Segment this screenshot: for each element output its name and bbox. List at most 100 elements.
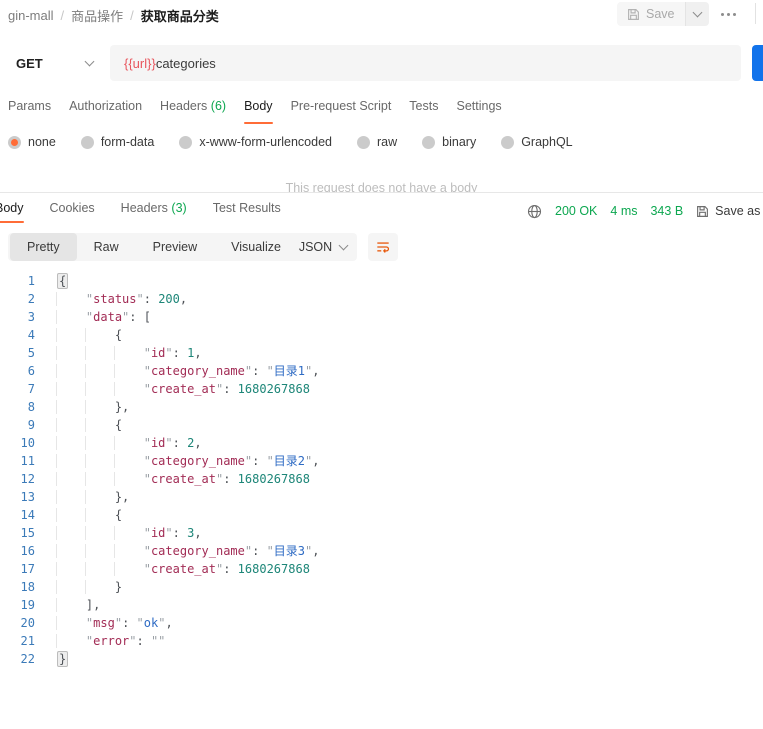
token-q: " <box>129 634 137 648</box>
token-q: " <box>143 472 151 486</box>
dot-icon <box>720 12 724 16</box>
indent-guide <box>84 454 115 468</box>
token-q: " <box>143 454 151 468</box>
indent-guide <box>113 436 144 450</box>
body-type-graphql[interactable]: GraphQL <box>501 135 573 149</box>
token-p: , <box>312 454 320 468</box>
code-text: "category_name": "目录2", <box>56 452 320 470</box>
code-text: }, <box>56 398 129 416</box>
body-type-binary[interactable]: binary <box>422 135 476 149</box>
line-number: 8 <box>27 400 35 414</box>
token-k: create_at <box>150 472 216 486</box>
indent-guide <box>56 364 86 378</box>
response-tab-headers[interactable]: Headers (3) <box>121 201 187 223</box>
save-dropdown-button[interactable] <box>684 2 709 26</box>
format-select[interactable]: JSON <box>289 233 357 261</box>
token-p: : <box>136 634 151 648</box>
body-type-form-data[interactable]: form-data <box>80 135 154 149</box>
code-line: 12 "create_at": 1680267868 <box>0 470 763 488</box>
wrap-text-icon <box>377 242 390 253</box>
indent-guide <box>113 364 144 378</box>
tab-body[interactable]: Body <box>244 99 273 124</box>
line-number: 2 <box>27 292 35 306</box>
code-text: { <box>56 506 122 524</box>
body-type-x-www-form-urlencoded[interactable]: x-www-form-urlencoded <box>179 135 332 149</box>
token-k: id <box>150 436 166 450</box>
response-tab-test-results[interactable]: Test Results <box>213 201 281 223</box>
token-p: : <box>252 364 267 378</box>
breadcrumb-item[interactable]: gin-mall <box>8 8 54 23</box>
indent-guide <box>56 616 86 630</box>
token-q: " <box>143 526 151 540</box>
breadcrumb-item[interactable]: 获取商品分类 <box>141 6 219 25</box>
indent-guide <box>84 526 115 540</box>
breadcrumb-item[interactable]: 商品操作 <box>71 6 123 25</box>
indent-guide <box>56 580 86 594</box>
more-options-button[interactable] <box>712 4 744 24</box>
breadcrumb-separator: / <box>60 8 65 23</box>
request-tabs: Params Authorization Headers (6) Body Pre-re… <box>8 99 502 124</box>
code-line: 7 "create_at": 1680267868 <box>0 380 763 398</box>
line-number: 16 <box>20 544 35 558</box>
token-p: ], <box>85 598 101 612</box>
indent-guide <box>56 400 86 414</box>
view-mode-preview[interactable]: Preview <box>136 233 214 261</box>
response-tab-body[interactable]: Body <box>0 201 24 223</box>
indent-guide <box>84 364 115 378</box>
view-mode-raw[interactable]: Raw <box>77 233 136 261</box>
indent-guide <box>56 598 86 612</box>
token-s: ok <box>143 616 159 630</box>
token-p: : <box>172 526 188 540</box>
token-k: create_at <box>150 562 216 576</box>
request-header: gin-mall / 商品操作 / 获取商品分类 Save <box>0 0 763 28</box>
code-text: }, <box>56 488 129 506</box>
format-label: JSON <box>298 240 333 254</box>
wrap-text-button[interactable] <box>368 233 398 261</box>
save-button[interactable]: Save <box>617 2 685 26</box>
url-bar: GET {{url}} categories <box>0 45 763 81</box>
chevron-down-icon <box>338 240 349 251</box>
token-q: " <box>143 382 151 396</box>
indent-guide <box>84 472 115 486</box>
tab-headers[interactable]: Headers (6) <box>160 99 226 124</box>
token-q: " <box>143 364 151 378</box>
code-line: 16 "category_name": "目录3", <box>0 542 763 560</box>
indent-guide <box>84 436 115 450</box>
code-line: 1{ <box>0 272 763 290</box>
url-variable: {{url}} <box>124 55 156 71</box>
tab-params[interactable]: Params <box>8 99 51 124</box>
indent-guide <box>113 454 144 468</box>
line-number: 3 <box>27 310 35 324</box>
indent-guide <box>113 526 144 540</box>
code-line: 10 "id": 2, <box>0 434 763 452</box>
indent-guide <box>56 310 86 324</box>
code-text: "create_at": 1680267868 <box>56 560 310 578</box>
url-input[interactable]: {{url}} categories <box>110 45 741 81</box>
radio-icon <box>357 135 370 149</box>
body-type-none[interactable]: none <box>8 135 56 149</box>
view-mode-visualize[interactable]: Visualize <box>214 233 298 261</box>
token-p: : <box>122 616 137 630</box>
token-s: 目录1 <box>273 364 306 378</box>
tab-pre-request-script[interactable]: Pre-request Script <box>291 99 392 124</box>
body-type-raw[interactable]: raw <box>357 135 397 149</box>
send-button[interactable] <box>752 45 763 81</box>
token-q: "" <box>150 634 166 648</box>
tab-authorization[interactable]: Authorization <box>69 99 142 124</box>
response-tab-cookies[interactable]: Cookies <box>50 201 95 223</box>
line-number: 12 <box>20 472 35 486</box>
line-number: 4 <box>27 328 35 342</box>
save-response-button[interactable]: Save as <box>696 204 760 218</box>
indent-guide <box>84 328 115 342</box>
code-text: "id": 3, <box>56 524 202 542</box>
save-icon <box>628 8 639 20</box>
view-mode-segment: Pretty Raw Preview Visualize <box>8 233 300 261</box>
tab-settings[interactable]: Settings <box>456 99 501 124</box>
method-select[interactable]: GET <box>0 45 110 81</box>
token-p: , <box>194 346 202 360</box>
tab-tests[interactable]: Tests <box>409 99 438 124</box>
view-mode-pretty[interactable]: Pretty <box>10 233 77 261</box>
response-size: 343 B <box>650 204 684 218</box>
token-p: : <box>172 346 188 360</box>
radio-icon <box>8 135 21 149</box>
